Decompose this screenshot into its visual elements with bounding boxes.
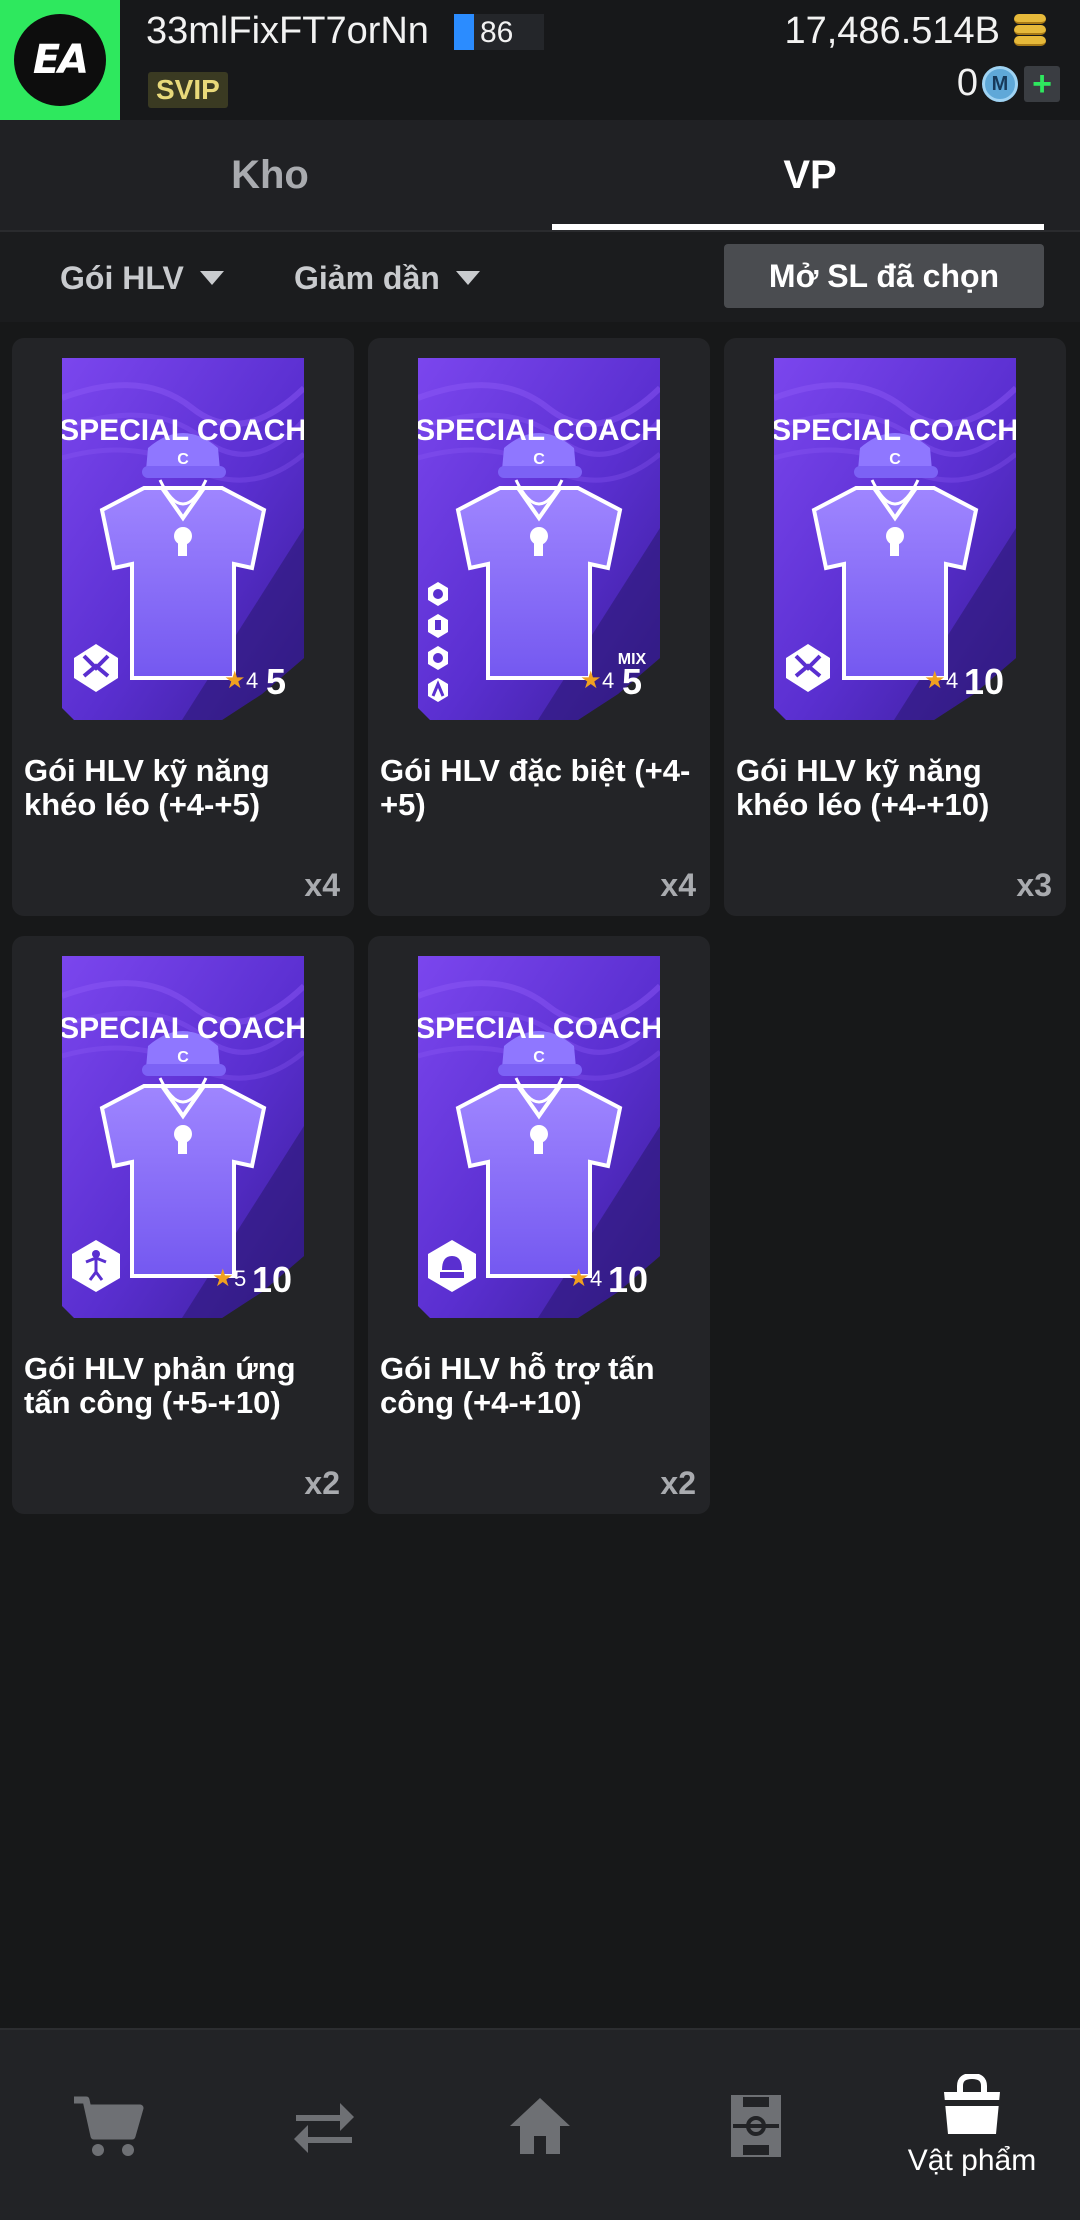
star-min: 5 [234, 1266, 246, 1291]
item-quantity: x2 [304, 1465, 340, 1501]
pack-label: SPECIAL COACH [418, 414, 660, 447]
pitch-icon [731, 2095, 781, 2157]
special-coach-pack-image: SPECIAL COACH C ★ 4 10 [774, 358, 1016, 720]
nav-items[interactable]: Vật phẩm [864, 2030, 1080, 2220]
m-coin-letter: M [991, 72, 1009, 95]
special-coach-pack-image: SPECIAL COACH C ★ 5 10 [62, 956, 304, 1318]
pack-label: SPECIAL COACH [418, 1012, 660, 1045]
tab-vp[interactable]: VP [540, 120, 1080, 230]
hat-letter: C [533, 451, 545, 468]
transfer-icon [294, 2103, 354, 2153]
special-coach-pack-image: SPECIAL COACH C ★ 4 5 [62, 358, 304, 720]
star-min: 4 [946, 668, 958, 693]
star-icon: ★ [924, 667, 946, 694]
item-card-1[interactable]: SPECIAL COACH C ★ 4 5 Gói HLV kỹ năng kh… [12, 338, 354, 916]
item-title: Gói HLV phản ứng tấn công (+5-+10) [24, 1351, 296, 1420]
star-min: 4 [602, 668, 614, 693]
pack-label: SPECIAL COACH [62, 414, 304, 447]
nav-items-label: Vật phẩm [907, 2144, 1037, 2177]
item-title: Gói HLV kỹ năng khéo léo (+4-+10) [736, 753, 990, 822]
special-coach-pack-image: SPECIAL COACH C MIX ★ 4 5 [418, 358, 660, 720]
hat-letter: C [533, 1049, 545, 1066]
top-header: EA 33mlFixFT7orNn 86 SVIP 17,486.514B 0 … [0, 0, 1080, 120]
level-number: 86 [480, 16, 514, 49]
coin-balance: 17,486.514B [784, 10, 1000, 52]
item-card-5[interactable]: SPECIAL COACH C ★ 4 10 Gói HLV hỗ trợ tấ… [368, 936, 710, 1514]
star-icon: ★ [568, 1265, 590, 1292]
cart-icon [74, 2096, 144, 2156]
star-icon: ★ [224, 667, 246, 694]
hat-letter: C [177, 451, 189, 468]
item-card-3[interactable]: SPECIAL COACH C ★ 4 10 Gói HLV kỹ năng k… [724, 338, 1066, 916]
caret-down-icon [455, 271, 480, 285]
item-card-2[interactable]: SPECIAL COACH C MIX ★ 4 5 Gói HLV đặc bi… [368, 338, 710, 916]
level-badge: 86 [454, 14, 544, 50]
sort-dropdown[interactable]: Giảm dần [294, 232, 480, 324]
home-icon [510, 2098, 570, 2154]
hat-letter: C [177, 1049, 189, 1066]
item-quantity: x4 [660, 867, 696, 903]
username: 33mlFixFT7orNn [146, 10, 429, 52]
star-icon: ★ [580, 667, 602, 694]
pack-label: SPECIAL COACH [62, 1012, 304, 1045]
vip-badge: SVIP [148, 72, 228, 108]
item-title: Gói HLV hỗ trợ tấn công (+4-+10) [380, 1351, 655, 1420]
nav-home[interactable] [432, 2030, 648, 2220]
nav-shop[interactable] [0, 2030, 216, 2220]
caret-down-icon [199, 271, 224, 285]
level-indicator [454, 14, 474, 50]
nav-transfer[interactable] [216, 2030, 432, 2220]
star-max: 5 [622, 661, 642, 702]
pack-label: SPECIAL COACH [774, 414, 1016, 447]
bag-icon [944, 2074, 1000, 2134]
bottom-navigation: Vật phẩm [0, 2028, 1080, 2220]
nav-squad[interactable] [648, 2030, 864, 2220]
add-m-coin-button[interactable]: + [1024, 65, 1060, 103]
star-icon: ★ [212, 1265, 234, 1292]
type-filter-label: Gói HLV [60, 259, 184, 296]
hat-letter: C [889, 451, 901, 468]
item-card-4[interactable]: SPECIAL COACH C ★ 5 10 Gói HLV phản ứng … [12, 936, 354, 1514]
item-quantity: x3 [1016, 867, 1052, 903]
m-coin-icon: M [982, 66, 1018, 102]
item-title: Gói HLV đặc biệt (+4-+5) [380, 753, 691, 822]
item-quantity: x2 [660, 1465, 696, 1501]
item-title: Gói HLV kỹ năng khéo léo (+4-+5) [24, 753, 270, 822]
m-coin-balance: 0 [956, 62, 978, 104]
type-filter-dropdown[interactable]: Gói HLV [60, 232, 224, 324]
star-max: 10 [608, 1259, 648, 1300]
ea-logo-circle: EA [14, 14, 106, 106]
star-max: 10 [964, 661, 1004, 702]
star-min: 4 [590, 1266, 602, 1291]
coin-stack-icon [1010, 14, 1050, 48]
filter-bar: Gói HLV Giảm dần Mở SL đã chọn [0, 230, 1080, 322]
inventory-tabs: Kho VP [0, 120, 1080, 230]
star-min: 4 [246, 668, 258, 693]
sort-label: Giảm dần [294, 259, 440, 296]
star-max: 5 [266, 661, 286, 702]
star-max: 10 [252, 1259, 292, 1300]
open-selected-button[interactable]: Mở SL đã chọn [724, 244, 1044, 308]
special-coach-pack-image: SPECIAL COACH C ★ 4 10 [418, 956, 660, 1318]
ea-logo-text: EA [32, 37, 89, 83]
tab-kho[interactable]: Kho [0, 120, 540, 230]
ea-logo[interactable]: EA [0, 0, 120, 120]
item-quantity: x4 [304, 867, 340, 903]
